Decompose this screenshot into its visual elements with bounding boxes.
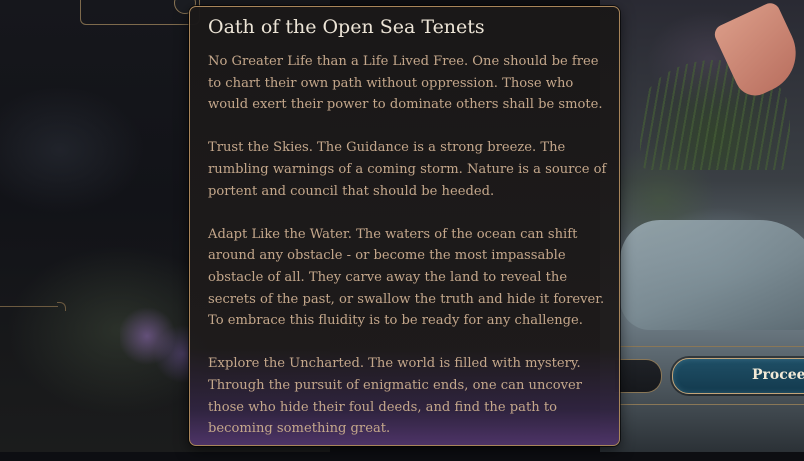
tenet-paragraph: Adapt Like the Water. The waters of the …	[208, 226, 605, 329]
tenet-paragraph: Explore the Uncharted. The world is fill…	[208, 356, 583, 437]
back-button[interactable]	[615, 359, 662, 393]
proceed-button-label: Proceed	[752, 367, 804, 383]
tooltip-title: Oath of the Open Sea Tenets	[208, 16, 485, 38]
proceed-button[interactable]: Proceed	[672, 358, 804, 394]
tooltip-body: No Greater Life than a Life Lived Free. …	[208, 51, 610, 461]
action-bar-top-border	[620, 346, 804, 347]
tenet-paragraph: Trust the Skies. The Guidance is a stron…	[208, 140, 607, 199]
ui-divider-left	[0, 302, 66, 311]
tenet-paragraph: No Greater Life than a Life Lived Free. …	[208, 54, 603, 113]
action-bar-bottom-border	[620, 404, 804, 405]
tooltip-panel: Oath of the Open Sea Tenets No Greater L…	[189, 6, 620, 446]
rock-scenery	[620, 220, 804, 330]
